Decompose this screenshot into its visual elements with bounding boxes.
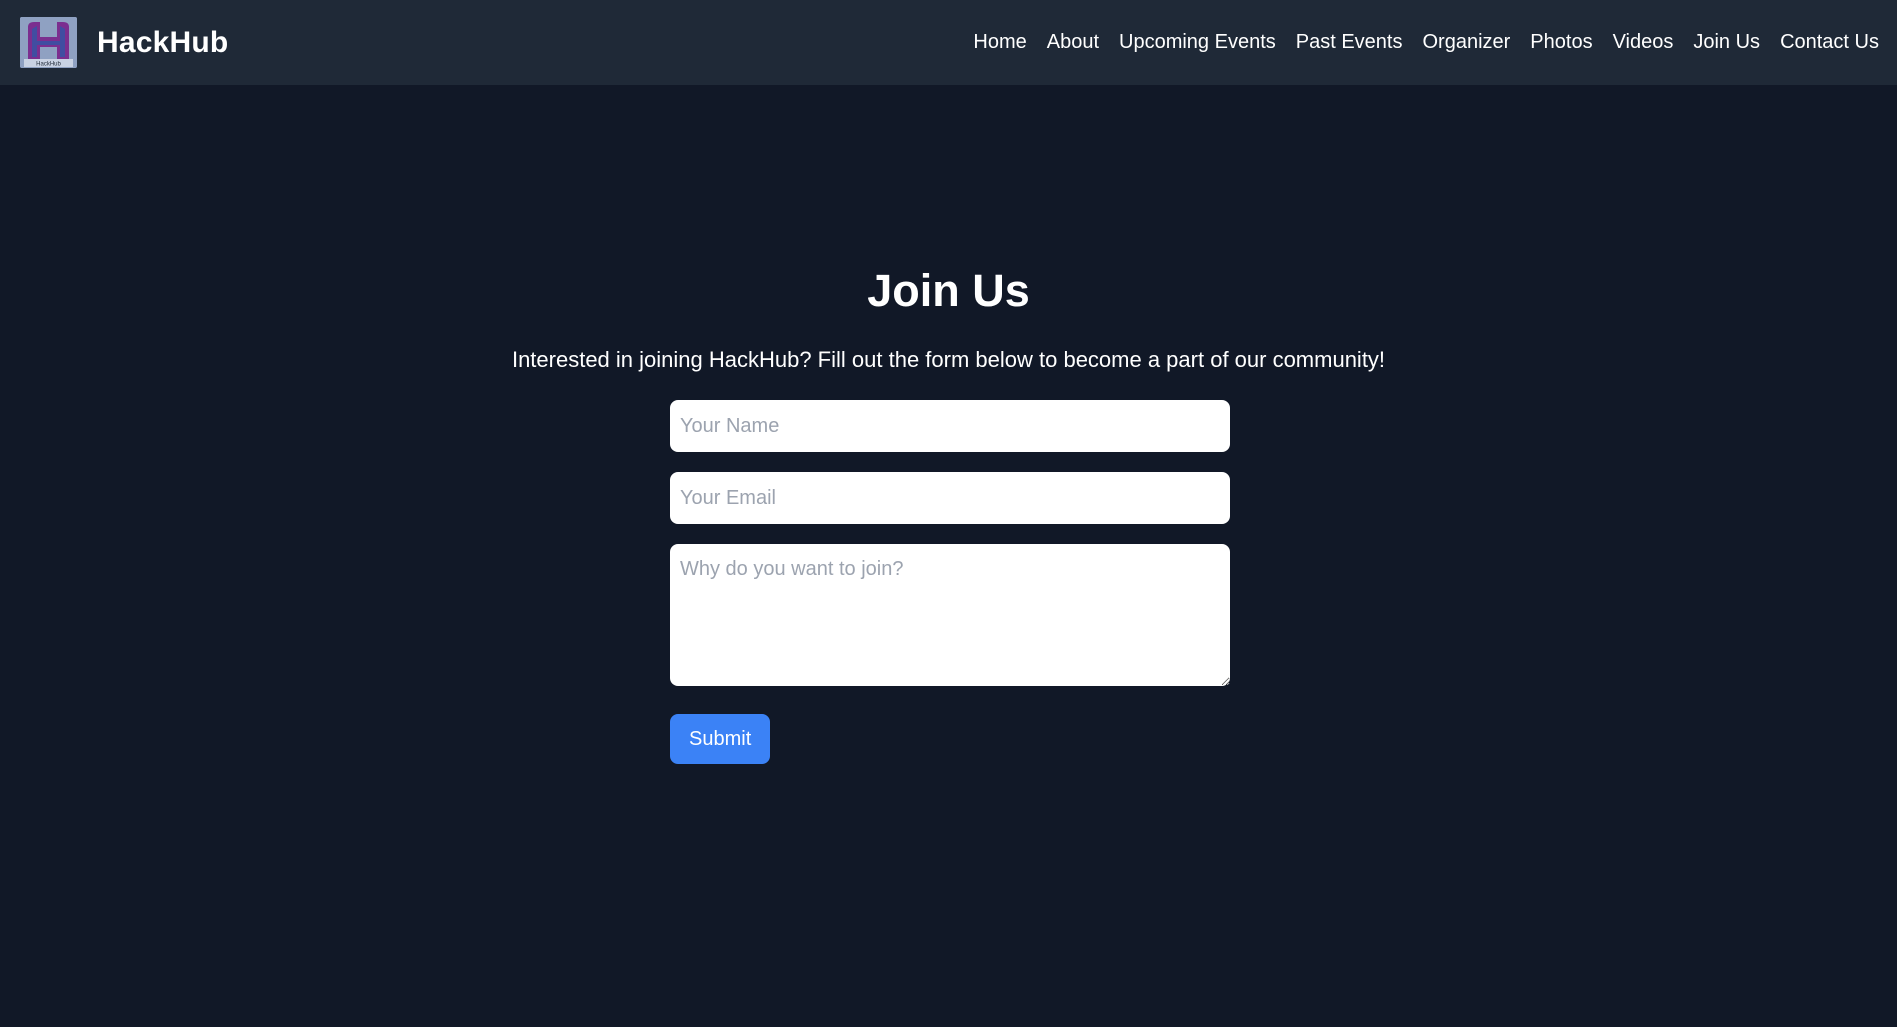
top-navbar: HackHub HackHub Home About Upcoming Even… xyxy=(0,0,1897,85)
nav-link-about[interactable]: About xyxy=(1047,31,1099,54)
page-title: Join Us xyxy=(867,265,1030,316)
svg-text:HackHub: HackHub xyxy=(36,62,61,68)
nav-link-past-events[interactable]: Past Events xyxy=(1296,31,1403,54)
email-input[interactable] xyxy=(670,472,1230,524)
reason-textarea[interactable] xyxy=(670,544,1230,686)
nav-link-upcoming-events[interactable]: Upcoming Events xyxy=(1119,31,1276,54)
join-form: Submit xyxy=(670,400,1230,764)
brand-name[interactable]: HackHub xyxy=(97,26,228,60)
nav-link-join-us[interactable]: Join Us xyxy=(1693,31,1760,54)
join-us-section: Join Us Interested in joining HackHub? F… xyxy=(0,85,1897,1027)
brand[interactable]: HackHub HackHub xyxy=(20,17,228,68)
nav-link-photos[interactable]: Photos xyxy=(1530,31,1592,54)
intro-text: Interested in joining HackHub? Fill out … xyxy=(511,347,1386,372)
nav-link-contact-us[interactable]: Contact Us xyxy=(1780,31,1879,54)
nav-link-organizer[interactable]: Organizer xyxy=(1422,31,1510,54)
nav-link-home[interactable]: Home xyxy=(973,31,1026,54)
name-input[interactable] xyxy=(670,400,1230,452)
nav-link-videos[interactable]: Videos xyxy=(1613,31,1674,54)
submit-button[interactable]: Submit xyxy=(670,714,771,764)
hackhub-logo[interactable]: HackHub xyxy=(20,17,77,68)
nav-links: Home About Upcoming Events Past Events O… xyxy=(973,31,1879,54)
